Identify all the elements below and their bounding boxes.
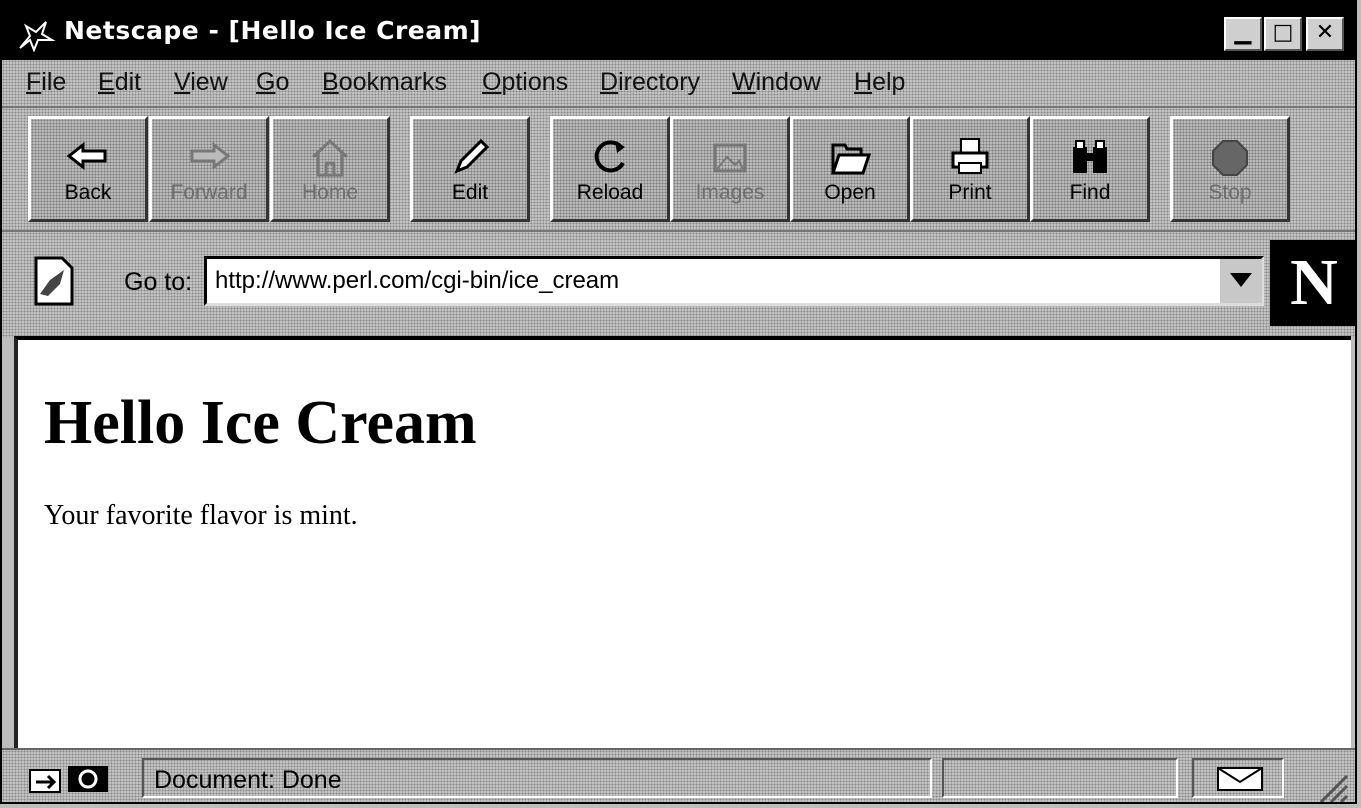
edit-label: Edit	[451, 181, 489, 204]
find-label: Find	[1069, 181, 1111, 204]
reload-button[interactable]: Reload	[550, 116, 670, 222]
page-text: Your favorite flavor is mint.	[44, 500, 358, 531]
window-title: Netscape - [Hello Ice Cream]	[64, 16, 482, 45]
reload-label: Reload	[576, 181, 644, 204]
chevron-down-icon	[1230, 273, 1252, 287]
stop-icon	[1212, 140, 1248, 176]
menu-window[interactable]: Window	[732, 68, 821, 97]
menu-view[interactable]: View	[174, 68, 228, 97]
binoculars-icon	[1073, 140, 1107, 173]
home-icon	[311, 138, 349, 177]
title-bar[interactable]: Netscape - [Hello Ice Cream] ▁ □ ✕	[2, 2, 1355, 60]
security-key-icon[interactable]	[28, 762, 112, 796]
progress-panel	[942, 758, 1178, 798]
url-history-dropdown[interactable]	[1218, 259, 1262, 303]
find-button[interactable]: Find	[1030, 116, 1150, 222]
forward-label: Forward	[170, 181, 248, 204]
goto-label: Go to:	[124, 268, 193, 296]
open-icon	[830, 143, 872, 175]
open-label: Open	[824, 181, 876, 204]
images-icon	[713, 143, 747, 173]
status-text: Document: Done	[154, 766, 342, 794]
pencil-icon	[454, 138, 490, 174]
print-label: Print	[948, 181, 992, 204]
page-content: Hello Ice Cream Your favorite flavor is …	[14, 336, 1351, 748]
menu-edit[interactable]: Edit	[98, 68, 141, 97]
back-label: Back	[64, 181, 112, 204]
menu-directory[interactable]: Directory	[600, 68, 700, 97]
menu-file[interactable]: File	[26, 68, 66, 97]
maximize-button[interactable]: □	[1264, 17, 1302, 51]
edit-button[interactable]: Edit	[410, 116, 530, 222]
print-button[interactable]: Print	[910, 116, 1030, 222]
stop-button[interactable]: Stop	[1170, 116, 1290, 222]
forward-button[interactable]: Forward	[149, 116, 269, 222]
toolbar: Back Forward Home Edit Reload Images Ope…	[2, 106, 1355, 232]
printer-icon	[951, 138, 989, 174]
home-label: Home	[301, 181, 359, 204]
images-button[interactable]: Images	[670, 116, 790, 222]
close-button[interactable]: ✕	[1306, 17, 1344, 51]
minimize-button[interactable]: ▁	[1224, 17, 1262, 51]
netscape-app-icon[interactable]	[16, 18, 56, 52]
location-bar: Go to: http://www.perl.com/cgi-bin/ice_c…	[2, 230, 1355, 338]
back-button[interactable]: Back	[28, 116, 148, 222]
bookmark-page-icon[interactable]	[30, 254, 78, 308]
mail-envelope-icon	[1217, 767, 1263, 791]
open-button[interactable]: Open	[790, 116, 910, 222]
status-bar: Document: Done	[2, 748, 1355, 804]
status-message-panel: Document: Done	[142, 758, 932, 798]
back-arrow-icon	[66, 141, 107, 171]
url-input[interactable]: http://www.perl.com/cgi-bin/ice_cream	[204, 256, 1264, 306]
stop-label: Stop	[1208, 181, 1252, 204]
home-button[interactable]: Home	[270, 116, 390, 222]
resize-grip-icon[interactable]	[1315, 770, 1349, 804]
menu-options[interactable]: Options	[482, 68, 568, 97]
menu-bookmarks[interactable]: Bookmarks	[322, 68, 447, 97]
browser-window: Netscape - [Hello Ice Cream] ▁ □ ✕ File …	[0, 0, 1357, 804]
reload-icon	[594, 140, 625, 173]
menu-bar: File Edit View Go Bookmarks Options Dire…	[2, 60, 1355, 106]
menu-help[interactable]: Help	[854, 68, 905, 97]
page-heading: Hello Ice Cream	[44, 389, 477, 457]
netscape-logo[interactable]: N	[1270, 240, 1355, 326]
images-label: Images	[695, 181, 765, 204]
forward-arrow-icon	[190, 141, 231, 171]
menu-go[interactable]: Go	[256, 68, 289, 97]
mail-panel[interactable]	[1192, 758, 1284, 798]
